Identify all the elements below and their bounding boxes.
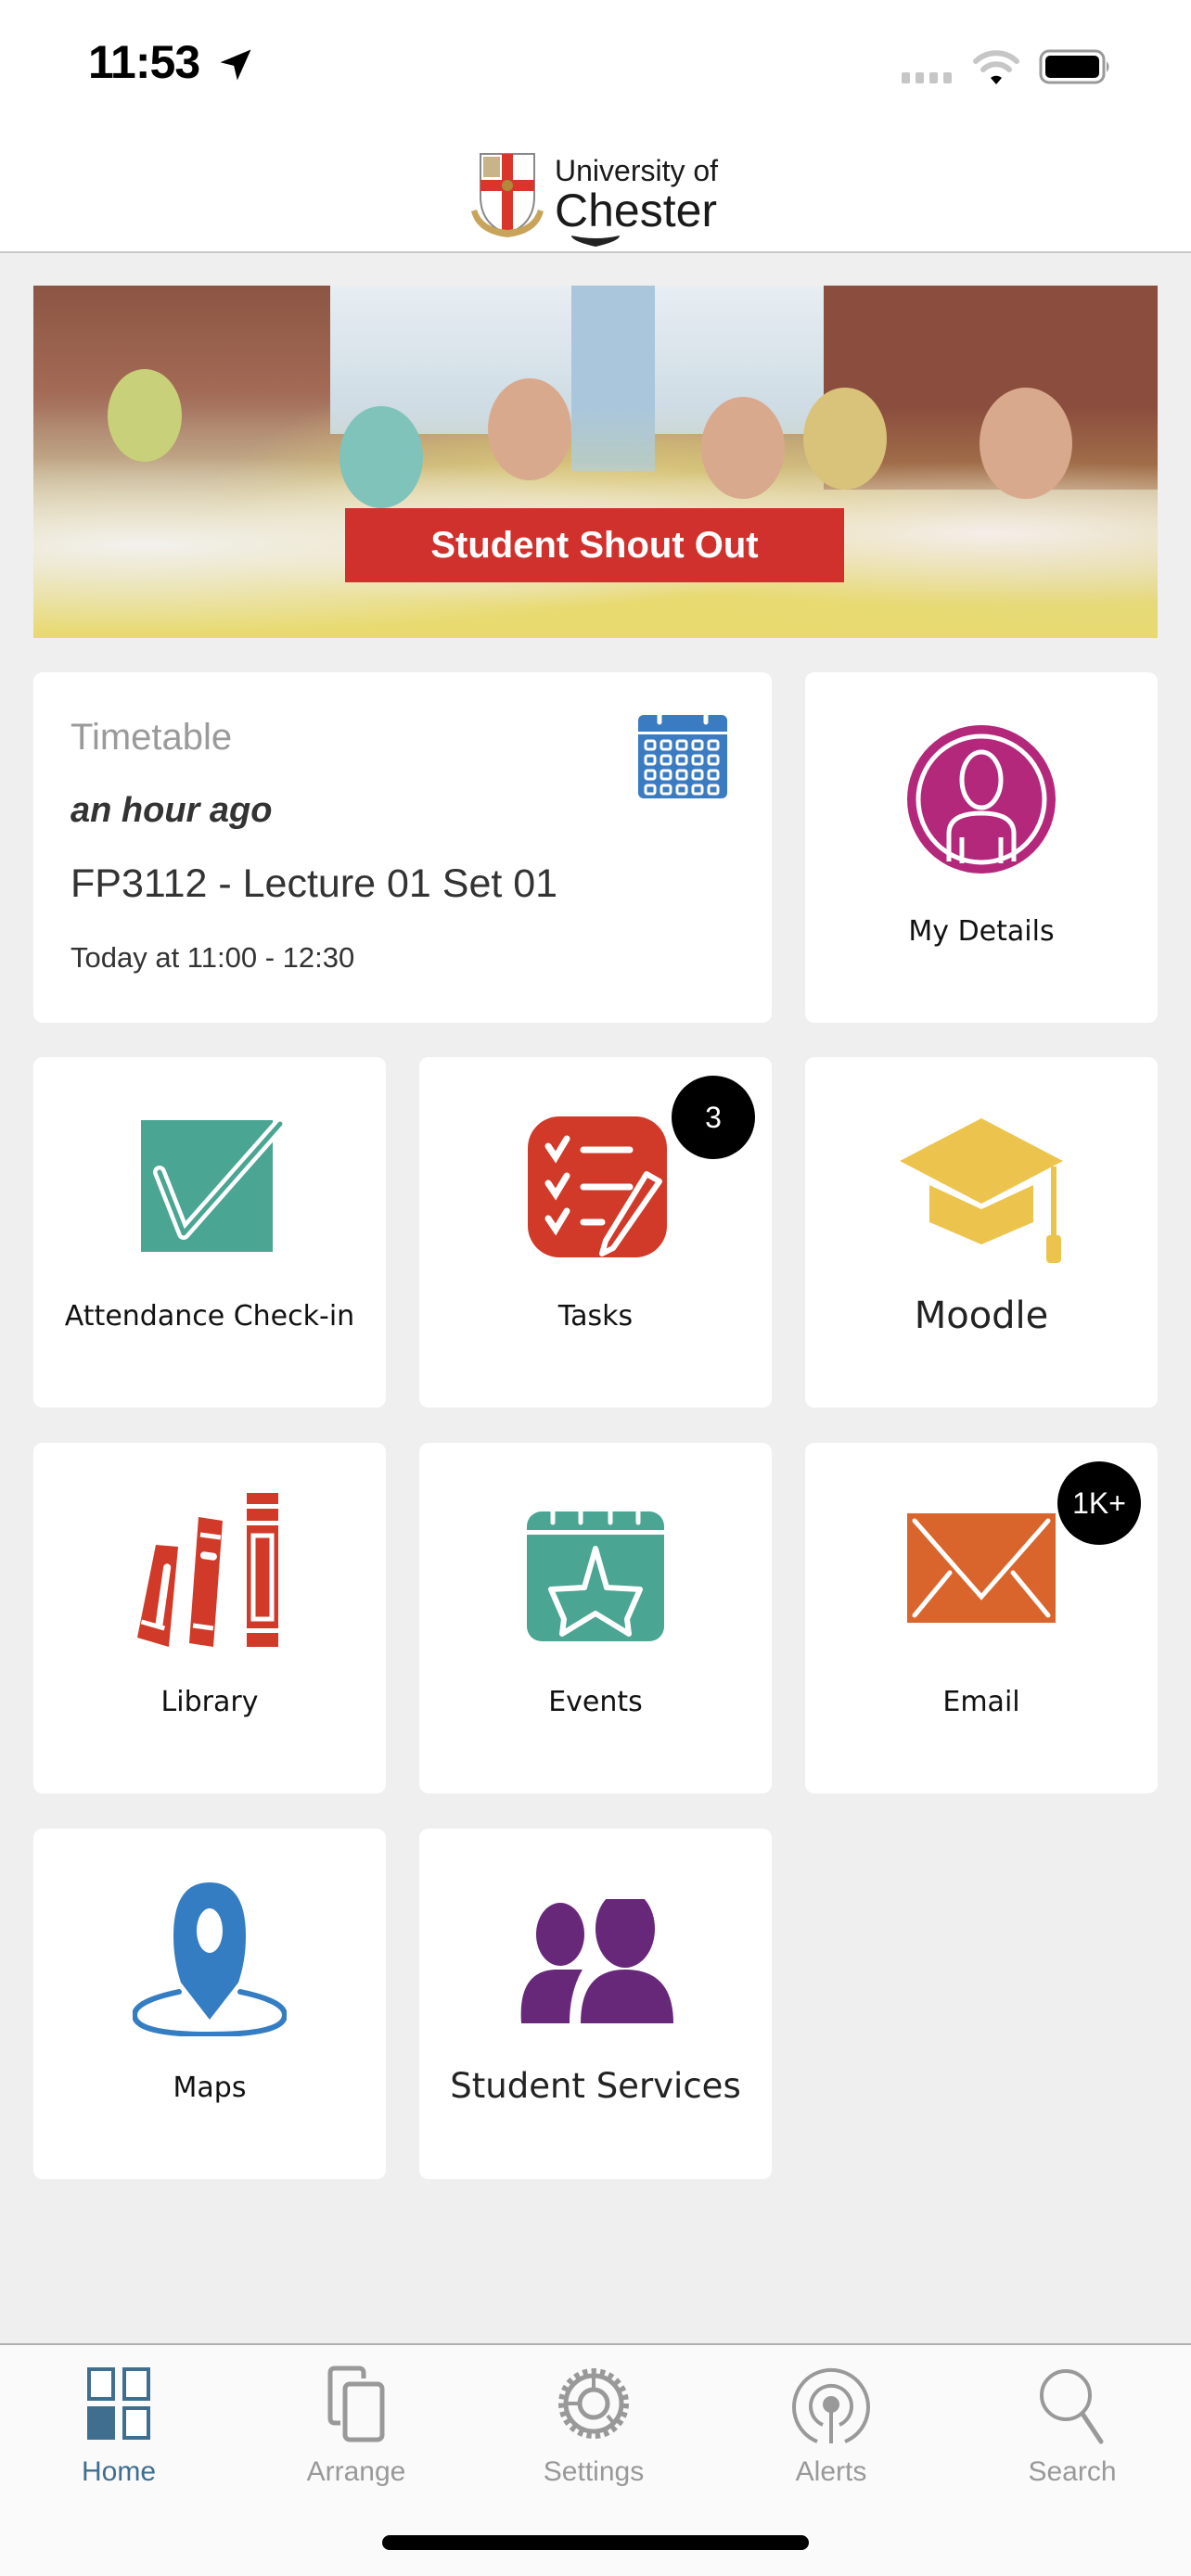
grid-icon [87,2367,150,2440]
university-crest-icon [471,153,544,237]
banner-photo-face [980,388,1072,499]
tile-attendance-check-in[interactable]: Attendance Check-in [33,1057,386,1408]
task-list-icon [528,1116,667,1257]
app-header: University of Chester [0,130,1191,253]
calendar-icon [638,708,727,798]
tile-label: Attendance Check-in [64,1300,355,1333]
banner-photo-face [108,369,182,462]
promo-banner[interactable]: Student Shout Out [33,286,1158,638]
copy-icon [327,2366,385,2442]
tile-label: Email [942,1686,1020,1718]
broadcast-icon [792,2367,870,2443]
tab-label: Home [81,2456,157,2487]
books-icon [137,1493,278,1647]
chevron-down-icon[interactable] [568,232,623,249]
home-indicator[interactable] [382,2535,809,2550]
people-icon [520,1899,673,2023]
banner-label: Student Shout Out [345,508,844,582]
timetable-event-time: Today at 11:00 - 12:30 [70,941,355,974]
status-time: 11:53 [88,36,200,88]
tile-label: Events [548,1686,643,1718]
location-arrow-icon [220,49,251,81]
tile-student-services[interactable]: Student Services [419,1829,772,2179]
tile-label: Tasks [557,1300,634,1333]
tile-label: Moodle [914,1294,1049,1337]
tile-label: Library [160,1686,259,1718]
tile-my-details[interactable]: My Details [805,672,1158,1023]
tab-settings[interactable]: Settings [475,2345,712,2493]
tab-label: Search [1028,2456,1117,2487]
timetable-updated: an hour ago [70,791,273,830]
tasks-badge: 3 [672,1076,755,1159]
map-pin-icon [133,1882,287,2036]
tab-alerts[interactable]: Alerts [712,2345,950,2493]
banner-photo-face [488,378,571,480]
university-logo[interactable]: University of Chester [467,150,718,239]
tile-email[interactable]: 1K+ Email [805,1443,1158,1793]
timetable-card[interactable]: Timetable an hour ago FP3112 - Lecture 0… [33,672,772,1023]
search-icon [1040,2369,1104,2444]
banner-photo-face [803,388,887,490]
logo-text-line1: University of [555,154,719,187]
tab-label: Arrange [306,2456,406,2487]
tab-arrange[interactable]: Arrange [237,2345,475,2493]
battery-full-icon [1039,49,1109,84]
tile-maps[interactable]: Maps [33,1829,386,2179]
tab-label: Settings [543,2456,645,2487]
tile-label: Student Services [450,2066,741,2106]
tab-home[interactable]: Home [0,2345,237,2493]
tile-tasks[interactable]: 3 Tasks [419,1057,772,1408]
tile-label: My Details [908,915,1055,948]
tile-label: Maps [173,2072,247,2104]
timetable-title: Timetable [70,717,233,758]
status-bar: 11:53 [0,0,1191,130]
logo-text-line2: Chester [555,185,718,236]
envelope-icon [907,1513,1056,1623]
tab-label: Alerts [795,2456,867,2487]
banner-photo-face [339,406,423,508]
tile-moodle[interactable]: Moodle [805,1057,1158,1408]
user-circle-icon [907,725,1056,874]
wifi-icon [973,50,1019,84]
checkmark-icon [141,1117,287,1252]
graduation-cap-icon [900,1118,1063,1263]
tab-search[interactable]: Search [954,2345,1191,2493]
timetable-event: FP3112 - Lecture 01 Set 01 [70,861,558,906]
tile-events[interactable]: Events [419,1443,772,1793]
calendar-star-icon [527,1502,664,1641]
cellular-signal-icon [902,72,952,83]
email-badge: 1K+ [1057,1461,1141,1545]
banner-photo-face [701,397,785,499]
gear-icon [558,2368,629,2439]
tile-library[interactable]: Library [33,1443,386,1793]
